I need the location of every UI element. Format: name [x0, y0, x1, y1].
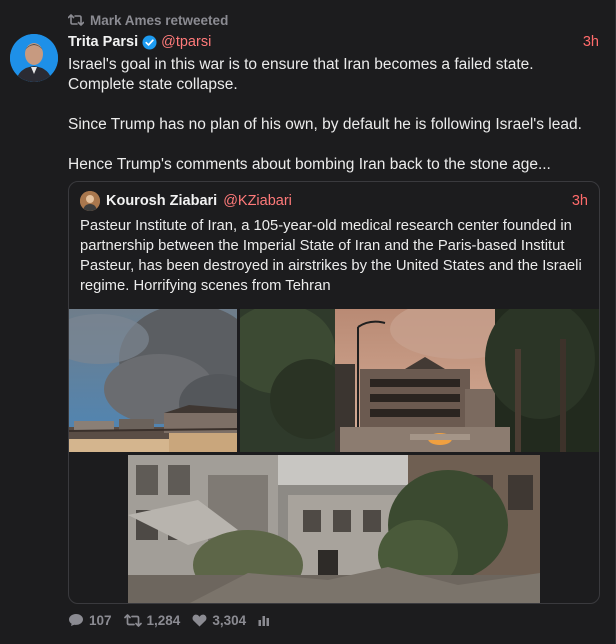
retweet-label: Mark Ames retweeted — [90, 12, 229, 28]
retweet-button[interactable]: 1,284 — [123, 612, 181, 628]
photo-damaged-building-street[interactable] — [240, 309, 599, 452]
retweet-icon — [123, 613, 142, 627]
photo-destroyed-courtyard[interactable] — [128, 455, 540, 603]
like-count: 3,304 — [212, 612, 247, 628]
tweet-timestamp[interactable]: 3h — [583, 34, 599, 50]
retweet-icon — [68, 14, 84, 26]
quoted-tweet-timestamp[interactable]: 3h — [572, 193, 588, 209]
reply-button[interactable]: 107 — [68, 613, 112, 628]
author-name[interactable]: Trita Parsi — [68, 34, 138, 50]
stats-button[interactable] — [258, 614, 270, 626]
photo-smoke-over-building[interactable] — [69, 309, 237, 452]
retweet-count: 1,284 — [146, 612, 181, 628]
verified-badge-icon — [142, 34, 157, 50]
quoted-tweet-header: Kourosh Ziabari @KZiabari 3h — [80, 191, 588, 211]
like-button[interactable]: 3,304 — [192, 613, 246, 628]
quoted-tweet-text: Pasteur Institute of Iran, a 105-year-ol… — [80, 218, 582, 294]
reply-count: 107 — [89, 612, 112, 628]
reply-icon — [68, 613, 84, 627]
quoted-tweet[interactable]: Kourosh Ziabari @KZiabari 3h Pasteur Ins… — [68, 181, 600, 604]
avatar[interactable] — [10, 34, 58, 82]
tweet-paragraph: Israel's goal in this war is to ensure t… — [68, 56, 534, 93]
stats-icon — [258, 614, 270, 626]
tweet-body: Israel's goal in this war is to ensure t… — [68, 55, 598, 175]
tweet-header: Trita Parsi @tparsi 3h — [68, 32, 599, 52]
tweet-paragraph: Since Trump has no plan of his own, by d… — [68, 116, 582, 133]
heart-icon — [192, 614, 207, 627]
quoted-author-handle[interactable]: @KZiabari — [223, 193, 292, 209]
quoted-author-name[interactable]: Kourosh Ziabari — [106, 193, 217, 209]
tweet-paragraph: Hence Trump's comments about bombing Ira… — [68, 156, 551, 173]
tweet-actions: 107 1,284 3,304 — [68, 611, 282, 629]
author-handle[interactable]: @tparsi — [161, 34, 211, 50]
retweet-indicator[interactable]: Mark Ames retweeted — [68, 11, 228, 29]
tweet-card[interactable]: Mark Ames retweeted Trita Parsi @tparsi … — [0, 0, 616, 644]
quoted-author-avatar[interactable] — [80, 191, 100, 211]
quoted-media-grid — [69, 309, 599, 603]
